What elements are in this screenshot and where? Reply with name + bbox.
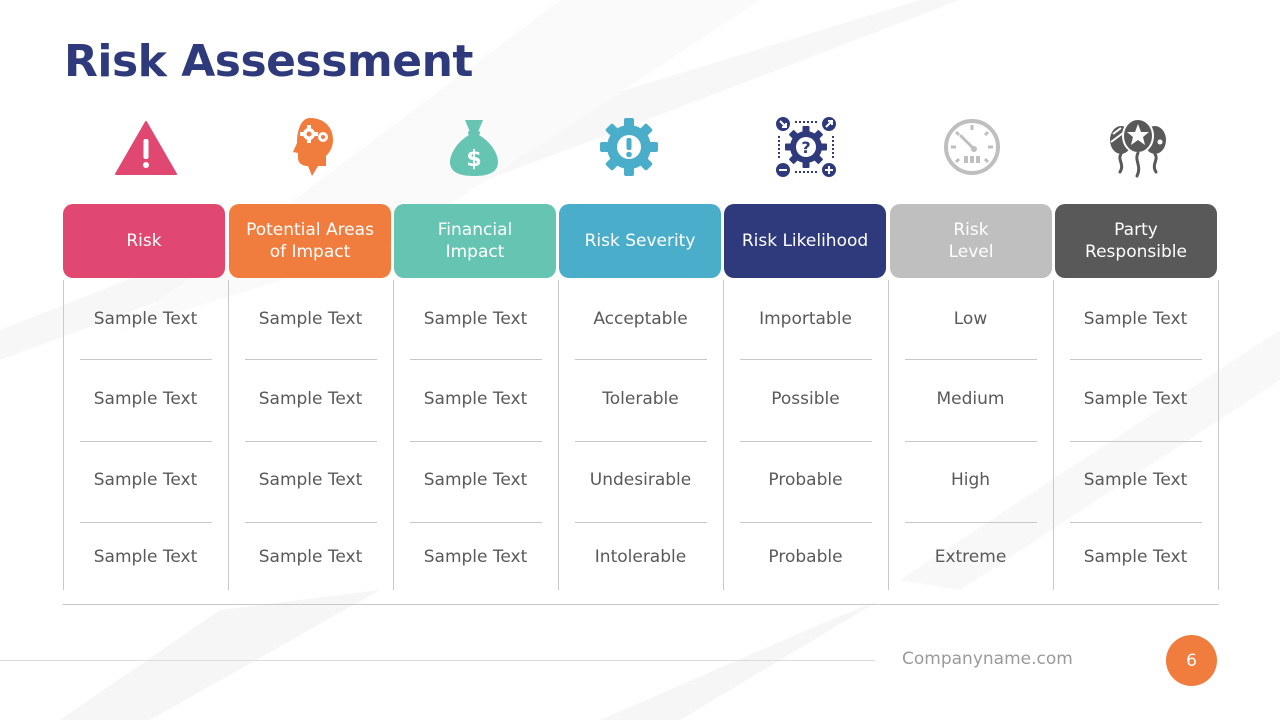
table-cell: Sample Text: [258, 309, 363, 329]
table-cell: Sample Text: [258, 470, 363, 490]
table-cell: Sample Text: [1083, 309, 1188, 329]
icon-row: $ ?: [64, 116, 1218, 178]
column-header-likelihood: Risk Likelihood: [724, 204, 886, 278]
table-cell: Possible: [771, 389, 840, 409]
table-cell: Tolerable: [602, 389, 679, 409]
table-cell: Sample Text: [423, 547, 528, 567]
row-divider: [905, 359, 1037, 360]
background-decoration: [0, 0, 1280, 720]
head-gears-icon: [280, 116, 342, 178]
balloons-icon: [1107, 116, 1169, 178]
row-divider: [410, 522, 542, 523]
row-divider: [410, 441, 542, 442]
table-cell: Undesirable: [589, 470, 692, 490]
table-cell: Sample Text: [1083, 470, 1188, 490]
row-divider: [905, 441, 1037, 442]
row-divider: [1070, 522, 1202, 523]
row-divider: [575, 441, 707, 442]
column-divider: [558, 280, 559, 590]
row-divider: [1070, 441, 1202, 442]
footer-divider: [0, 660, 875, 661]
table-cell: Sample Text: [1083, 389, 1188, 409]
table-cell: Sample Text: [258, 547, 363, 567]
row-divider: [740, 359, 872, 360]
row-divider: [245, 441, 377, 442]
table-cell: Probable: [768, 547, 843, 567]
table-bottom-border: [63, 604, 1219, 605]
row-divider: [740, 441, 872, 442]
row-divider: [80, 441, 212, 442]
table-cell: Sample Text: [93, 547, 198, 567]
table-cell: Sample Text: [93, 470, 198, 490]
column-divider: [1218, 280, 1219, 590]
table-cell: Extreme: [934, 547, 1007, 567]
row-divider: [80, 359, 212, 360]
table-cell: Sample Text: [93, 309, 198, 329]
row-divider: [245, 359, 377, 360]
row-divider: [575, 522, 707, 523]
column-divider: [888, 280, 889, 590]
table-cell: High: [950, 470, 991, 490]
row-divider: [575, 359, 707, 360]
table-cell: Intolerable: [594, 547, 687, 567]
warning-triangle-icon: [115, 116, 177, 178]
table-cell: Sample Text: [1083, 547, 1188, 567]
gear-alert-icon: [598, 116, 660, 178]
money-bag-icon: $: [443, 116, 505, 178]
column-divider: [228, 280, 229, 590]
column-header-impact_areas: Potential Areas of Impact: [229, 204, 391, 278]
column-divider: [63, 280, 64, 590]
row-divider: [410, 359, 542, 360]
table-cell: Acceptable: [593, 309, 688, 329]
table-cell: Sample Text: [423, 309, 528, 329]
row-divider: [245, 522, 377, 523]
page-number-badge: 6: [1166, 635, 1217, 686]
footer-url: Companyname.com: [902, 649, 1073, 669]
column-header-risk: Risk: [63, 204, 225, 278]
row-divider: [80, 522, 212, 523]
row-divider: [905, 522, 1037, 523]
column-divider: [723, 280, 724, 590]
gear-question-icon: ?: [775, 116, 837, 178]
svg-text:$: $: [466, 147, 481, 172]
column-divider: [393, 280, 394, 590]
column-header-severity: Risk Severity: [559, 204, 721, 278]
table-cell: Sample Text: [258, 389, 363, 409]
column-header-financial: Financial Impact: [394, 204, 556, 278]
row-divider: [740, 522, 872, 523]
table-cell: Medium: [936, 389, 1005, 409]
svg-text:?: ?: [801, 138, 810, 157]
table-cell: Low: [953, 309, 988, 329]
row-divider: [1070, 359, 1202, 360]
column-header-party: Party Responsible: [1055, 204, 1217, 278]
table-cell: Probable: [768, 470, 843, 490]
page-title: Risk Assessment: [64, 36, 473, 87]
table-cell: Importable: [759, 309, 852, 329]
table-cell: Sample Text: [93, 389, 198, 409]
column-header-level: Risk Level: [890, 204, 1052, 278]
table-cell: Sample Text: [423, 389, 528, 409]
gauge-icon: [941, 116, 1003, 178]
table-cell: Sample Text: [423, 470, 528, 490]
column-divider: [1053, 280, 1054, 590]
